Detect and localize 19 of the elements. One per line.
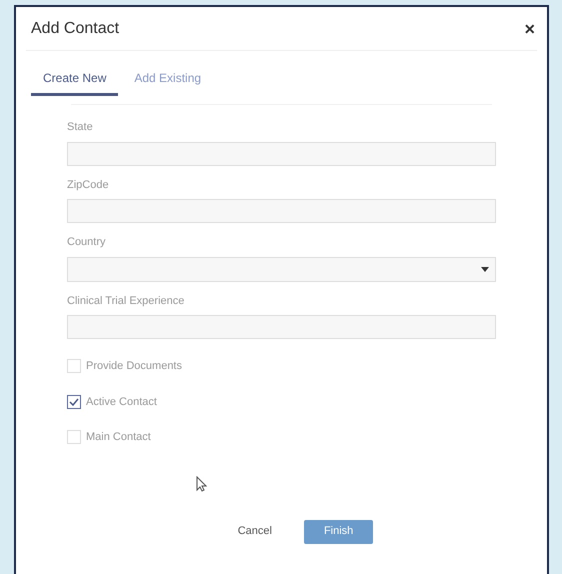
field-label: Country	[67, 235, 107, 250]
caret-icon	[481, 266, 489, 272]
input-field[interactable]	[67, 199, 496, 223]
tab[interactable]: Create New	[31, 69, 118, 96]
input-field[interactable]	[67, 315, 496, 339]
checkbox[interactable]	[67, 394, 81, 409]
check-icon	[69, 398, 79, 406]
checkbox-label: Active Contact	[86, 394, 157, 410]
dialog-title: Add Contact	[31, 18, 120, 38]
checkbox-label: Provide Documents	[86, 359, 182, 374]
cancel-button[interactable]: Cancel	[230, 520, 280, 544]
cursor-icon	[196, 476, 207, 492]
checkbox-label: Main Contact	[86, 430, 151, 445]
field-label: State	[67, 120, 94, 135]
field-label: ZipCode	[67, 178, 110, 192]
input-field[interactable]	[67, 142, 496, 166]
field-label: Clinical Trial Experience	[67, 294, 186, 308]
close-button[interactable]: ×	[524, 20, 535, 38]
country-dropdown[interactable]	[67, 256, 496, 282]
